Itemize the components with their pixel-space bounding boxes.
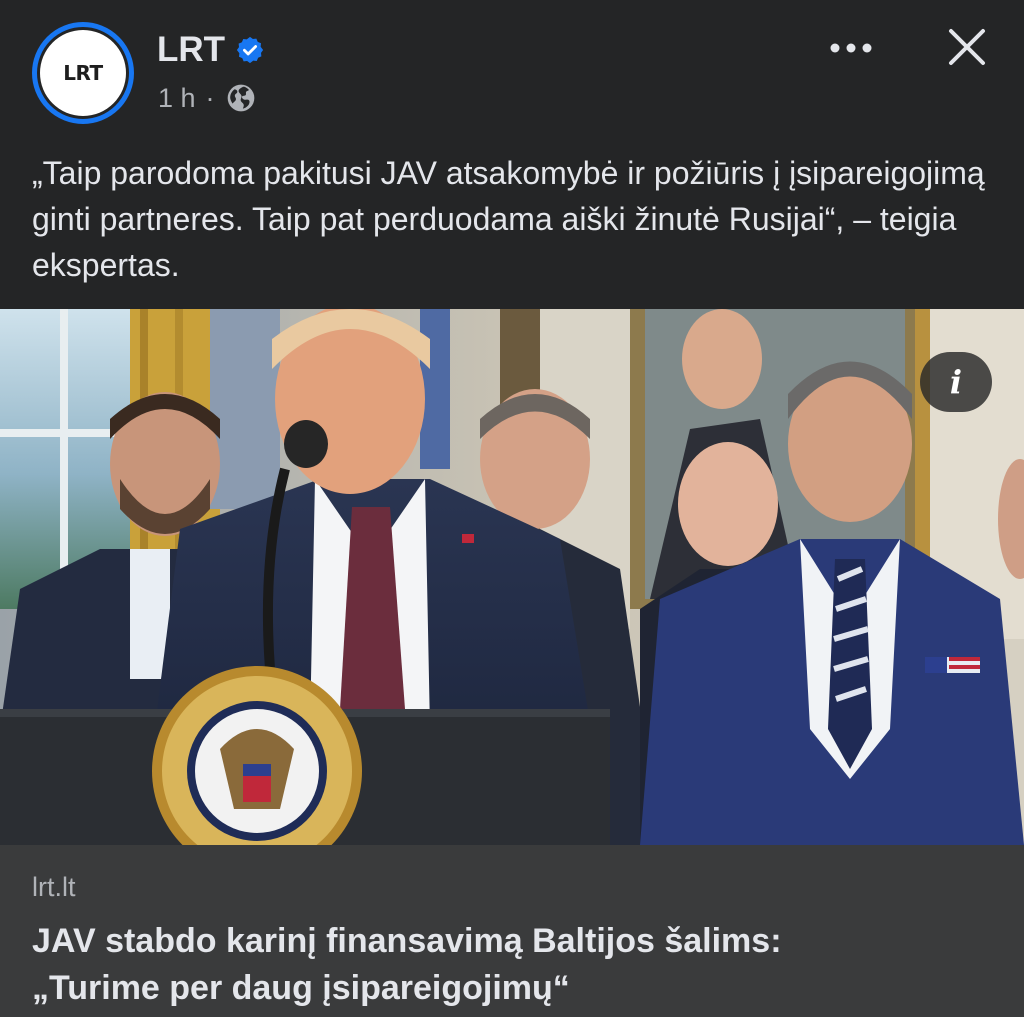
link-domain: lrt.lt [32, 872, 76, 902]
link-title-line-2: „Turime per daug įsipareigojimų“ [32, 969, 570, 1007]
post-photo[interactable] [0, 309, 1024, 845]
avatar-circle: LRT [40, 30, 126, 116]
photo-illustration [0, 309, 1024, 845]
more-horizontal-icon [830, 43, 872, 53]
page-name[interactable]: LRT [157, 30, 225, 70]
globe-icon [227, 84, 254, 112]
link-title-line-1: JAV stabdo karinį finansavimą Baltijos š… [32, 922, 782, 960]
close-button[interactable] [942, 22, 992, 72]
avatar-logo-text: LRT [63, 61, 103, 85]
page-name-row: LRT [157, 30, 265, 70]
verified-badge-icon [236, 36, 264, 64]
link-title[interactable]: JAV stabdo karinį finansavimą Baltijos š… [32, 918, 992, 1012]
meta-separator: · [205, 82, 215, 113]
post-caption: „Taip parodoma pakitusi JAV atsakomybė i… [32, 155, 985, 283]
close-icon [949, 29, 985, 65]
info-icon: i [949, 363, 963, 401]
post-timestamp[interactable]: 1 h [158, 83, 196, 114]
more-options-button[interactable] [826, 28, 876, 68]
post-header: LRT LRT 1 h · [0, 0, 1024, 140]
post-meta: 1 h · [158, 82, 257, 114]
page-avatar[interactable]: LRT [32, 22, 134, 124]
image-info-button[interactable]: i [920, 352, 992, 412]
